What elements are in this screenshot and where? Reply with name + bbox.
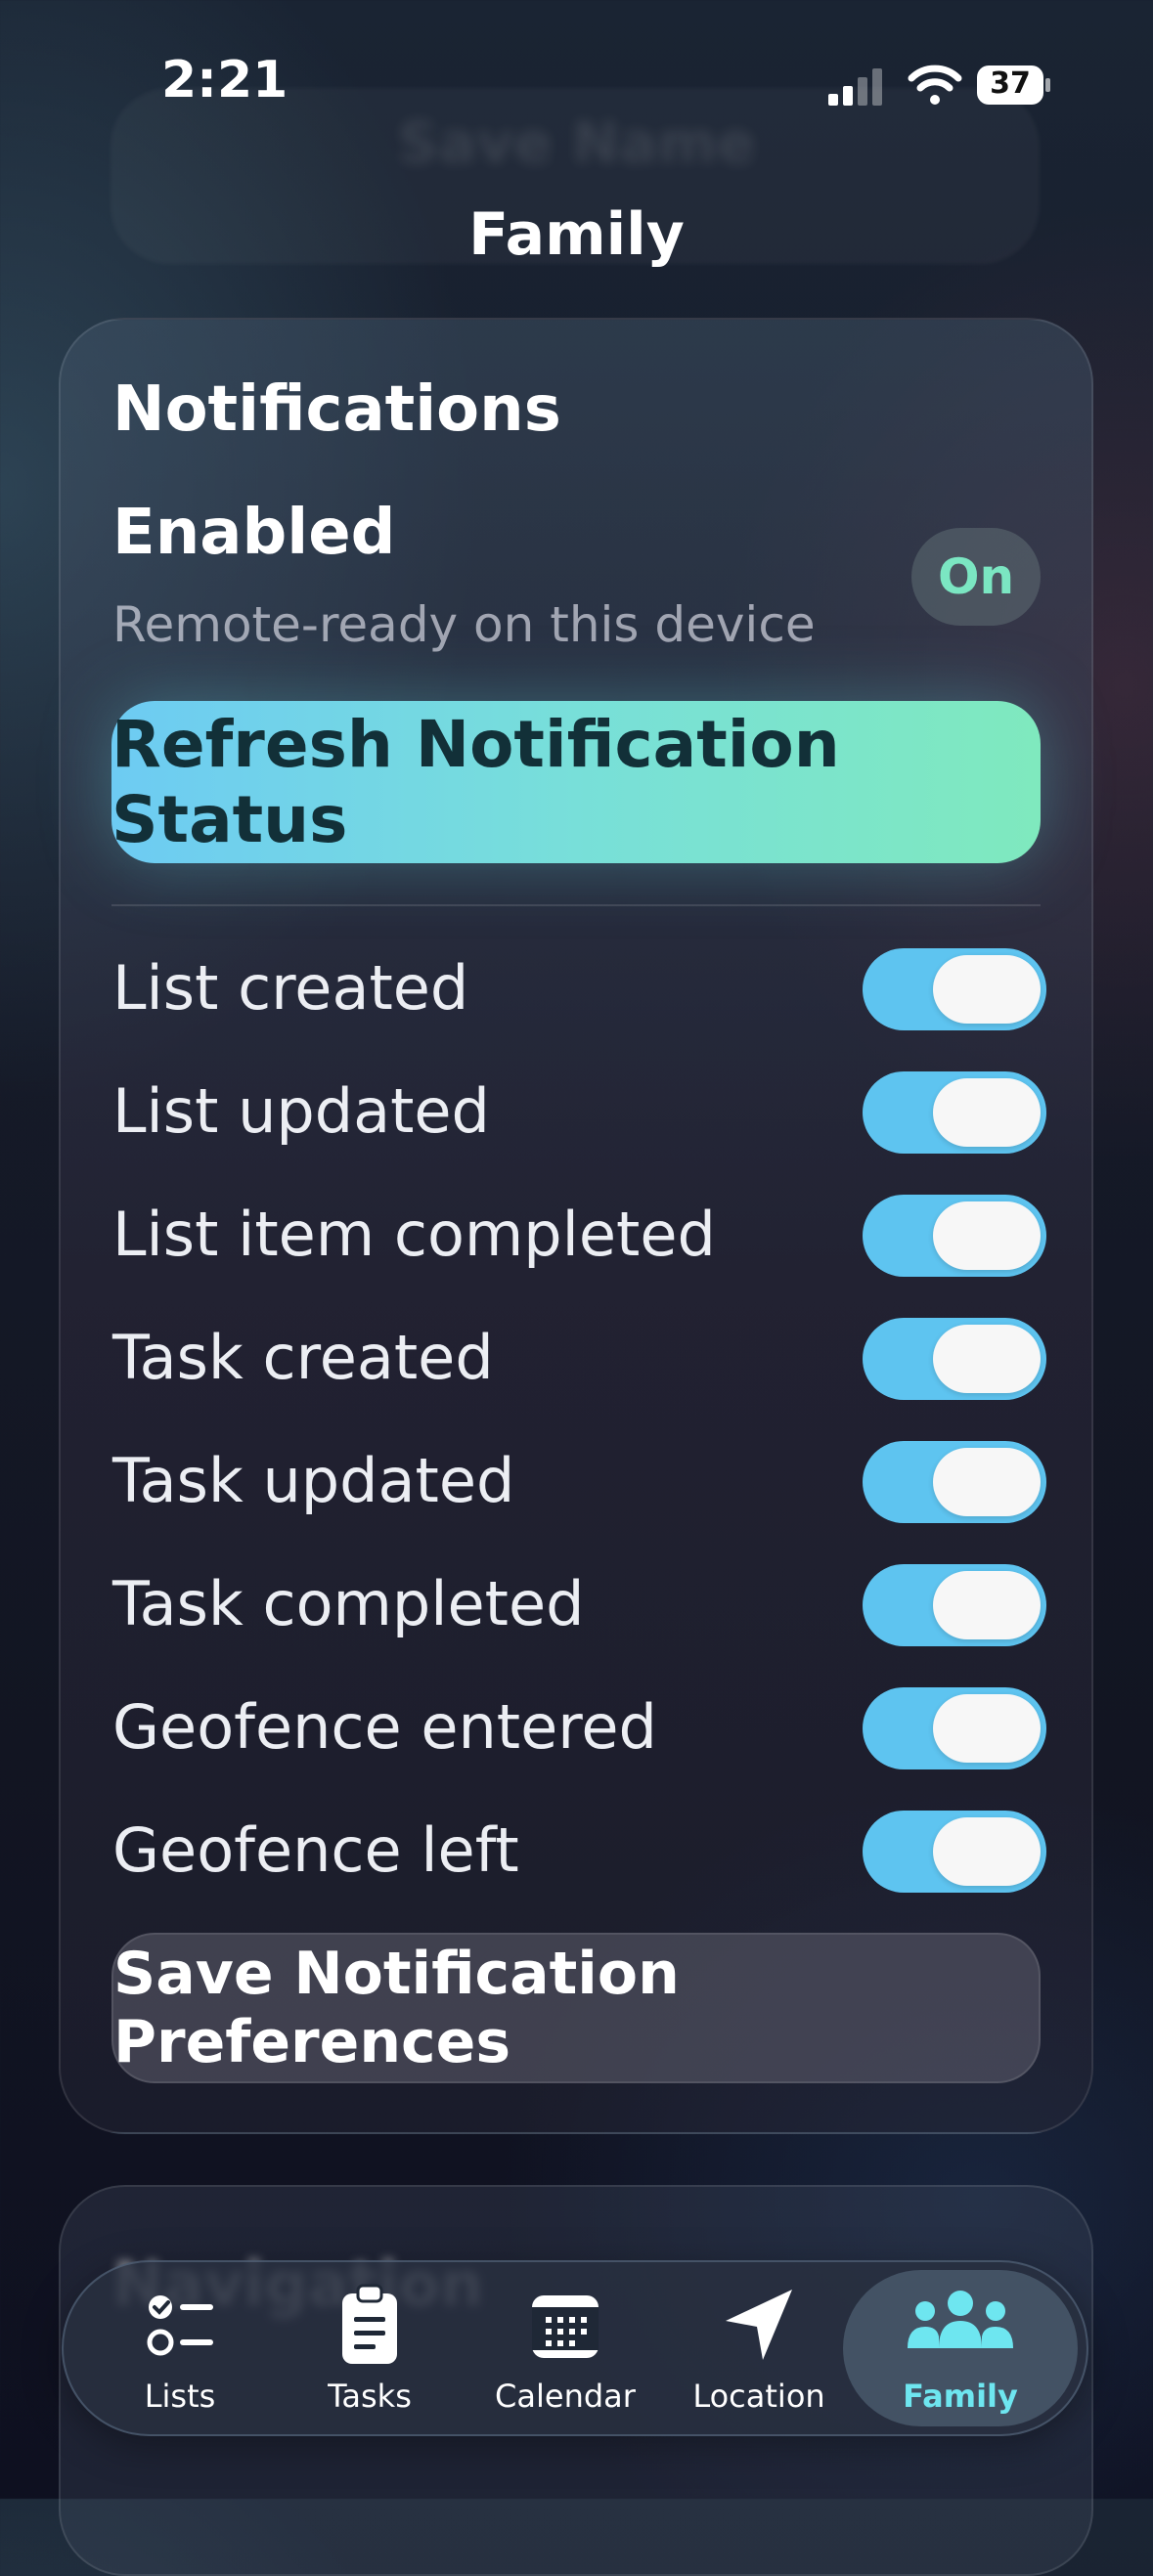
cellular-signal-icon (828, 68, 882, 106)
tab-location[interactable]: Location (661, 2278, 857, 2424)
toggle-label-geofence-left: Geofence left (112, 1814, 519, 1886)
toggle-label-task-updated: Task updated (112, 1445, 515, 1516)
toggle-label-list-item-completed: List item completed (112, 1199, 716, 1270)
tab-label: Calendar (495, 2378, 636, 2415)
tab-label: Tasks (328, 2378, 412, 2415)
toggle-label-geofence-entered: Geofence entered (112, 1691, 657, 1763)
divider (111, 904, 1041, 906)
toggle-knob (933, 1694, 1041, 1763)
toggle-knob (933, 1817, 1041, 1886)
calendar-icon (532, 2295, 599, 2358)
toggle-task-updated[interactable] (863, 1441, 1046, 1523)
battery-indicator: 37 (976, 65, 1052, 106)
toggle-knob (933, 955, 1041, 1024)
toggle-label-task-created: Task created (112, 1322, 494, 1393)
tab-lists[interactable]: Lists (82, 2278, 278, 2424)
checklist-icon (147, 2295, 213, 2356)
toggle-task-created[interactable] (863, 1318, 1046, 1400)
page-title: Family (468, 200, 685, 269)
toggle-list-updated[interactable] (863, 1071, 1046, 1154)
toggle-geofence-entered[interactable] (863, 1687, 1046, 1769)
toggle-list-created[interactable] (863, 948, 1046, 1030)
toggle-knob (933, 1325, 1041, 1393)
toggle-list-item-completed[interactable] (863, 1195, 1046, 1277)
toggle-label-list-created: List created (112, 952, 469, 1024)
ghost-header-text: Save Name (397, 109, 756, 176)
notification-status-subtitle: Remote-ready on this device (112, 596, 816, 653)
toggle-label-list-updated: List updated (112, 1075, 490, 1147)
tab-label: Location (692, 2378, 825, 2415)
clipboard-icon (342, 2284, 397, 2364)
tab-family[interactable]: Family (863, 2278, 1058, 2424)
toggle-task-completed[interactable] (863, 1564, 1046, 1646)
tab-calendar[interactable]: Calendar (467, 2278, 663, 2424)
wifi-icon (908, 65, 962, 105)
refresh-notification-status-button[interactable]: Refresh Notification Status (111, 701, 1041, 863)
section-title: Notifications (112, 373, 561, 446)
toggle-knob (933, 1571, 1041, 1639)
people-icon (908, 2291, 1013, 2348)
tab-label: Family (903, 2378, 1018, 2415)
tab-label: Lists (144, 2378, 216, 2415)
save-notification-preferences-button[interactable]: Save Notification Preferences (111, 1933, 1041, 2083)
status-time: 2:21 (161, 51, 288, 109)
battery-level: 37 (990, 66, 1031, 101)
toggle-geofence-left[interactable] (863, 1811, 1046, 1893)
toggle-knob (933, 1201, 1041, 1270)
toggle-knob (933, 1078, 1041, 1147)
toggle-label-task-completed: Task completed (112, 1568, 585, 1639)
notification-status-title: Enabled (112, 497, 396, 569)
location-arrow-icon (726, 2290, 792, 2360)
status-badge: On (911, 528, 1041, 626)
toggle-knob (933, 1448, 1041, 1516)
tab-tasks[interactable]: Tasks (272, 2278, 467, 2424)
